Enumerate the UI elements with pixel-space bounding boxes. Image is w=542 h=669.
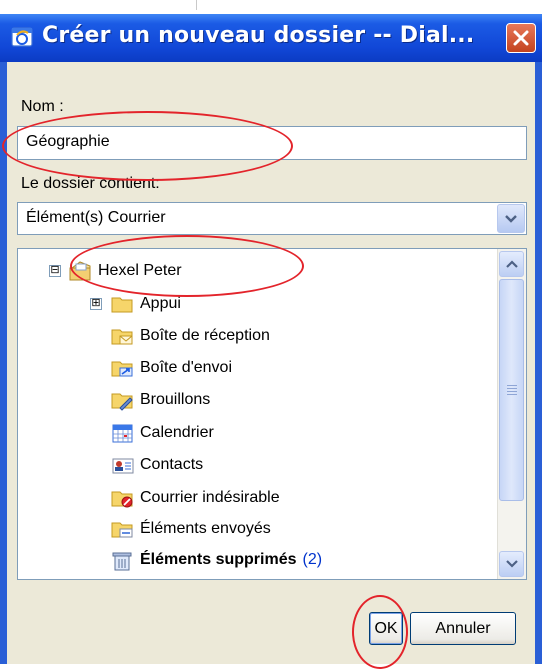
contacts-icon: [112, 458, 134, 474]
scroll-up-button[interactable]: [499, 251, 524, 277]
tree-item-deleted-items[interactable]: Éléments supprimés (2): [110, 546, 322, 574]
app-icon: [11, 27, 33, 47]
tree-item-label: Contacts: [140, 456, 204, 473]
folder-tree[interactable]: ⊟ Hexel Peter ⊞ Appui Boîte de réception…: [17, 248, 527, 580]
tree-item-label: Calendrier: [140, 424, 214, 441]
ok-button[interactable]: OK: [369, 612, 403, 645]
folder-contains-label: Le dossier contient:: [21, 175, 160, 192]
chevron-down-icon: [505, 214, 517, 223]
mailbox-icon: [69, 261, 91, 281]
inbox-folder-icon: [111, 329, 133, 345]
calendar-icon: [112, 424, 133, 443]
tree-item-inbox[interactable]: Boîte de réception: [110, 322, 270, 350]
tree-item-calendar[interactable]: Calendrier: [110, 419, 214, 447]
unread-count: (2): [302, 551, 323, 568]
close-button[interactable]: [506, 23, 536, 53]
tree-item-label: Brouillons: [140, 391, 211, 408]
dialog-body: Nom : Géographie Le dossier contient: Él…: [7, 62, 535, 664]
tree-item-hexel-peter[interactable]: Hexel Peter: [68, 257, 182, 285]
collapse-toggle[interactable]: ⊟: [49, 265, 61, 277]
tree-item-label: Éléments envoyés: [140, 520, 271, 537]
scroll-down-button[interactable]: [499, 551, 524, 577]
outbox-folder-icon: [111, 361, 133, 377]
tree-item-appui[interactable]: Appui: [110, 290, 181, 318]
expand-toggle[interactable]: ⊞: [90, 298, 102, 310]
tree-item-label: Éléments supprimés: [140, 551, 297, 568]
cancel-button[interactable]: Annuler: [410, 612, 516, 645]
tree-item-outbox[interactable]: Boîte d'envoi: [110, 354, 232, 382]
tree-item-drafts[interactable]: Brouillons: [110, 386, 210, 414]
tree-item-label: Courrier indésirable: [140, 489, 280, 506]
sent-items-folder-icon: [111, 522, 133, 538]
title-bar[interactable]: Créer un nouveau dossier -- Dial...: [0, 14, 542, 62]
drafts-folder-icon: [111, 393, 133, 411]
tree-item-contacts[interactable]: Contacts: [110, 451, 203, 479]
deleted-items-icon: [112, 552, 132, 571]
tree-item-label: Hexel Peter: [98, 262, 182, 279]
tree-item-label: Boîte de réception: [140, 327, 270, 344]
name-label: Nom :: [21, 98, 64, 115]
tree-item-label: Boîte d'envoi: [140, 359, 233, 376]
close-icon: [513, 30, 529, 46]
tree-scrollbar[interactable]: [497, 249, 526, 579]
junk-mail-folder-icon: [111, 491, 133, 508]
background-window-edge: [0, 0, 542, 14]
folder-name-input[interactable]: Géographie: [17, 126, 527, 160]
tree-item-sent-items[interactable]: Éléments envoyés: [110, 515, 271, 543]
dialog-title: Créer un nouveau dossier -- Dial...: [42, 23, 475, 48]
create-folder-dialog: Créer un nouveau dossier -- Dial... Nom …: [0, 14, 542, 664]
folder-type-value: Élément(s) Courrier: [26, 209, 166, 226]
tree-item-junk-mail[interactable]: Courrier indésirable: [110, 484, 280, 512]
folder-icon: [111, 297, 133, 313]
dropdown-button[interactable]: [497, 204, 525, 233]
tree-item-label: Appui: [140, 295, 181, 312]
chevron-up-icon: [505, 260, 518, 268]
folder-type-select[interactable]: Élément(s) Courrier: [17, 202, 527, 235]
chevron-down-icon: [505, 560, 518, 568]
scroll-thumb[interactable]: [499, 279, 524, 501]
